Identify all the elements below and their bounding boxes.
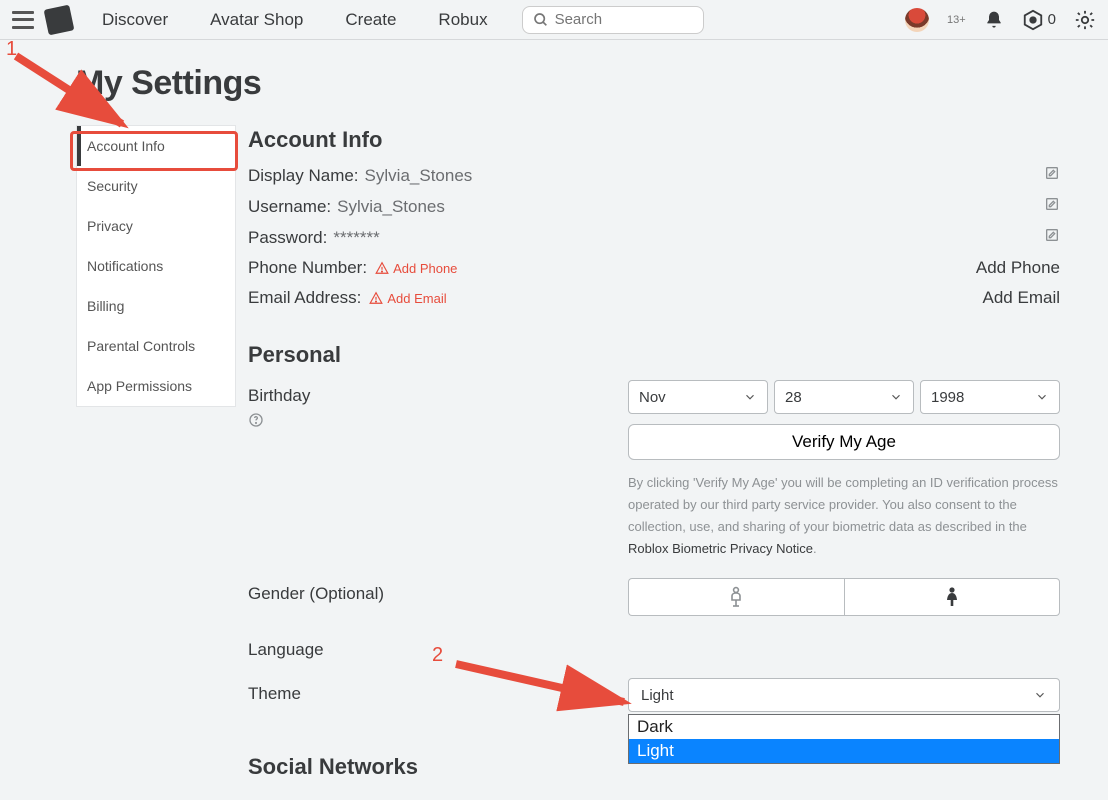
theme-option-dark[interactable]: Dark <box>629 715 1059 739</box>
gender-male-button[interactable] <box>628 578 844 616</box>
verify-age-button[interactable]: Verify My Age <box>628 424 1060 460</box>
nav-discover[interactable]: Discover <box>102 10 168 30</box>
phone-warn-text: Add Phone <box>393 261 457 276</box>
search-icon <box>533 12 549 28</box>
username-label: Username: <box>248 197 331 217</box>
warning-icon <box>375 261 389 275</box>
edit-display-name-icon[interactable] <box>1044 165 1060 186</box>
annotation-number-1: 1 <box>6 38 17 61</box>
birthday-month-value: Nov <box>639 389 666 406</box>
sidebar-item-security[interactable]: Security <box>77 166 235 206</box>
female-icon <box>944 586 960 608</box>
nav-avatar-shop[interactable]: Avatar Shop <box>210 10 303 30</box>
settings-sidebar: Account Info Security Privacy Notificati… <box>76 125 236 407</box>
password-value: ******* <box>333 228 379 248</box>
display-name-row: Display Name: Sylvia_Stones <box>248 165 1060 186</box>
email-label: Email Address: <box>248 288 361 308</box>
birthday-row: Birthday Nov 28 <box>248 380 1060 560</box>
birthday-selects: Nov 28 1998 <box>628 380 1060 414</box>
roblox-logo[interactable] <box>44 4 75 35</box>
gender-row: Gender (Optional) <box>248 578 1060 616</box>
birthday-year-select[interactable]: 1998 <box>920 380 1060 414</box>
nav-links: Discover Avatar Shop Create Robux <box>102 10 488 30</box>
gear-icon[interactable] <box>1074 9 1096 31</box>
theme-select[interactable]: Light <box>628 678 1060 712</box>
avatar[interactable] <box>905 8 929 32</box>
phone-label: Phone Number: <box>248 258 367 278</box>
sidebar-item-parental[interactable]: Parental Controls <box>77 326 235 366</box>
settings-main: Account Info Display Name: Sylvia_Stones… <box>248 125 1060 792</box>
age-badge: 13+ <box>947 14 966 26</box>
personal-heading: Personal <box>248 342 1060 368</box>
birthday-year-value: 1998 <box>931 389 964 406</box>
male-icon <box>728 586 744 608</box>
password-label: Password: <box>248 228 327 248</box>
birthday-day-value: 28 <box>785 389 802 406</box>
chevron-down-icon <box>1035 390 1049 404</box>
sidebar-item-notifications[interactable]: Notifications <box>77 246 235 286</box>
biometric-privacy-link[interactable]: Roblox Biometric Privacy Notice <box>628 541 813 556</box>
password-row: Password: ******* <box>248 227 1060 248</box>
search-box[interactable] <box>522 6 704 34</box>
email-warning: Add Email <box>369 291 446 306</box>
account-info-heading: Account Info <box>248 127 1060 153</box>
email-row: Email Address: Add Email Add Email <box>248 288 1060 308</box>
nav-right: 13+ 0 <box>905 8 1096 32</box>
gender-label: Gender (Optional) <box>248 578 628 604</box>
gender-female-button[interactable] <box>844 578 1061 616</box>
robux-balance[interactable]: 0 <box>1022 9 1056 31</box>
nav-robux[interactable]: Robux <box>438 10 487 30</box>
add-email-button[interactable]: Add Email <box>983 288 1060 308</box>
birthday-label: Birthday <box>248 386 310 405</box>
display-name-label: Display Name: <box>248 166 359 186</box>
robux-icon <box>1022 9 1044 31</box>
chevron-down-icon <box>1033 688 1047 702</box>
theme-row: Theme Light Dark Light <box>248 678 1060 712</box>
annotation-number-2: 2 <box>432 644 443 667</box>
add-phone-button[interactable]: Add Phone <box>976 258 1060 278</box>
sidebar-item-billing[interactable]: Billing <box>77 286 235 326</box>
email-warn-text: Add Email <box>387 291 446 306</box>
chevron-down-icon <box>743 390 757 404</box>
disclaimer-text-b: . <box>813 541 817 556</box>
language-row: Language <box>248 634 1060 660</box>
phone-row: Phone Number: Add Phone Add Phone <box>248 258 1060 278</box>
phone-warning: Add Phone <box>375 261 457 276</box>
page-body: My Settings Account Info Security Privac… <box>0 40 1108 792</box>
disclaimer-text-a: By clicking 'Verify My Age' you will be … <box>628 475 1058 534</box>
page-title: My Settings <box>76 64 1060 103</box>
robux-count: 0 <box>1048 11 1056 28</box>
theme-dropdown: Dark Light <box>628 714 1060 764</box>
username-row: Username: Sylvia_Stones <box>248 196 1060 217</box>
menu-icon[interactable] <box>12 11 34 29</box>
help-icon[interactable] <box>248 412 628 433</box>
display-name-value: Sylvia_Stones <box>365 166 473 186</box>
search-input[interactable] <box>555 11 693 28</box>
verify-disclaimer: By clicking 'Verify My Age' you will be … <box>628 472 1060 560</box>
username-value: Sylvia_Stones <box>337 197 445 217</box>
birthday-month-select[interactable]: Nov <box>628 380 768 414</box>
theme-label: Theme <box>248 678 628 704</box>
sidebar-item-app-permissions[interactable]: App Permissions <box>77 366 235 406</box>
nav-create[interactable]: Create <box>345 10 396 30</box>
theme-option-light[interactable]: Light <box>629 739 1059 763</box>
theme-selected-value: Light <box>641 687 674 704</box>
birthday-day-select[interactable]: 28 <box>774 380 914 414</box>
sidebar-item-privacy[interactable]: Privacy <box>77 206 235 246</box>
warning-icon <box>369 291 383 305</box>
chevron-down-icon <box>889 390 903 404</box>
edit-username-icon[interactable] <box>1044 196 1060 217</box>
sidebar-item-account-info[interactable]: Account Info <box>77 126 235 166</box>
bell-icon[interactable] <box>984 10 1004 30</box>
top-nav: Discover Avatar Shop Create Robux 13+ 0 <box>0 0 1108 40</box>
edit-password-icon[interactable] <box>1044 227 1060 248</box>
